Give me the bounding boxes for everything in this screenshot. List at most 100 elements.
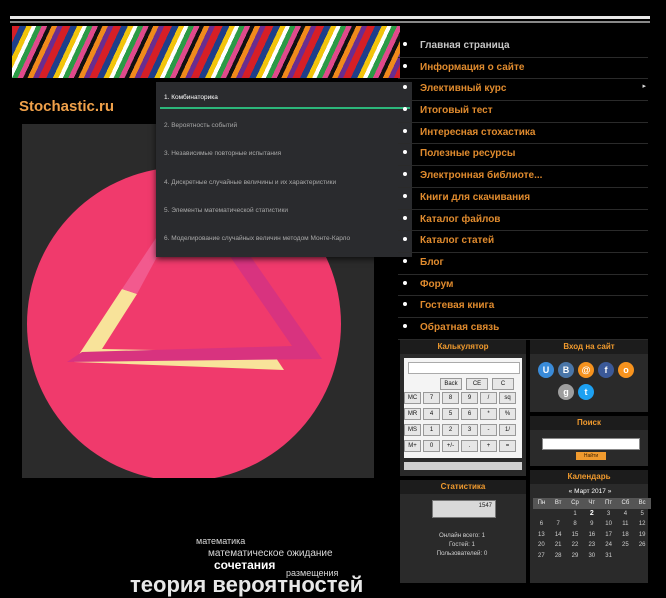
site-title[interactable]: Stochastic.ru xyxy=(19,98,114,115)
calc-key[interactable]: 1/ xyxy=(499,424,516,436)
calc-key[interactable]: % xyxy=(499,408,516,420)
calendar-day[interactable]: 2 xyxy=(583,509,600,520)
calendar-day[interactable]: 17 xyxy=(600,530,617,541)
calendar-day[interactable]: 11 xyxy=(617,519,634,530)
search-button[interactable]: Найти xyxy=(576,452,606,460)
nav-item-books[interactable]: Книги для скачивания xyxy=(398,188,648,210)
calc-key[interactable]: 6 xyxy=(461,408,478,420)
nav-item-home[interactable]: Главная страница xyxy=(398,36,648,58)
nav-item-guestbook[interactable]: Гостевая книга xyxy=(398,296,648,318)
calendar-weekday-row: Пн Вт Ср Чт Пт Сб Вс xyxy=(533,498,651,509)
calendar-day[interactable]: 30 xyxy=(583,551,600,562)
calc-key[interactable]: M+ xyxy=(404,440,421,452)
calendar-day[interactable]: 7 xyxy=(550,519,567,530)
calendar-day[interactable]: 23 xyxy=(583,540,600,551)
calendar-day[interactable]: 4 xyxy=(617,509,634,520)
calc-key[interactable]: 2 xyxy=(442,424,459,436)
calendar-day[interactable]: 25 xyxy=(617,540,634,551)
calendar-day[interactable]: 9 xyxy=(583,519,600,530)
dropdown-item[interactable]: 6. Моделирование случайных величин метод… xyxy=(164,235,350,242)
vk-login-icon[interactable]: B xyxy=(558,362,574,378)
calc-key[interactable]: 0 xyxy=(423,440,440,452)
statistics-title: Статистика xyxy=(400,480,526,494)
calendar-day[interactable]: 31 xyxy=(600,551,617,562)
calc-key[interactable]: 9 xyxy=(461,392,478,404)
calendar-day[interactable]: 18 xyxy=(617,530,634,541)
calc-key[interactable]: . xyxy=(461,440,478,452)
calc-key[interactable]: = xyxy=(499,440,516,452)
dropdown-item[interactable]: 4. Дискретные случайные величины и их ха… xyxy=(164,179,336,186)
calendar-day[interactable]: 10 xyxy=(600,519,617,530)
search-input[interactable] xyxy=(542,438,640,450)
calendar-day[interactable]: 19 xyxy=(634,530,651,541)
dropdown-item[interactable]: 3. Независимые повторные испытания xyxy=(164,150,281,157)
calendar-day[interactable]: 27 xyxy=(533,551,550,562)
calendar-day[interactable]: 24 xyxy=(600,540,617,551)
nav-item-elective[interactable]: Элективный курс ▸ xyxy=(398,79,648,102)
header-stripes-image xyxy=(12,26,400,78)
facebook-login-icon[interactable]: f xyxy=(598,362,614,378)
calc-key[interactable]: 1 xyxy=(423,424,440,436)
calc-key[interactable]: MR xyxy=(404,408,421,420)
calendar-day[interactable]: 6 xyxy=(533,519,550,530)
calendar-day[interactable]: 20 xyxy=(533,540,550,551)
tag-link[interactable]: сочетания xyxy=(214,558,275,572)
calc-key[interactable]: / xyxy=(480,392,497,404)
calc-key[interactable]: 8 xyxy=(442,392,459,404)
calc-key[interactable]: MS xyxy=(404,424,421,436)
calendar-day[interactable]: 1 xyxy=(567,509,584,520)
calc-key[interactable]: 5 xyxy=(442,408,459,420)
nav-item-interesting[interactable]: Интересная стохастика xyxy=(398,123,648,145)
calendar-day[interactable]: 5 xyxy=(634,509,651,520)
nav-item-about[interactable]: Информация о сайте xyxy=(398,58,648,80)
nav-item-library[interactable]: Электронная библиоте... xyxy=(398,166,648,188)
login-widget: Вход на сайт U B @ f o g t xyxy=(530,340,648,412)
calc-key[interactable]: + xyxy=(480,440,497,452)
calendar-day[interactable]: 8 xyxy=(567,519,584,530)
tag-link[interactable]: теория вероятностей xyxy=(130,572,363,598)
calc-key[interactable]: +/- xyxy=(442,440,459,452)
nav-item-feedback[interactable]: Обратная связь xyxy=(398,318,648,340)
twitter-login-icon[interactable]: t xyxy=(578,384,594,400)
calendar-day[interactable]: 22 xyxy=(567,540,584,551)
nav-item-forum[interactable]: Форум xyxy=(398,275,648,297)
nav-item-articles[interactable]: Каталог статей xyxy=(398,231,648,253)
calc-key[interactable]: 7 xyxy=(423,392,440,404)
google-login-icon[interactable]: g xyxy=(558,384,574,400)
dropdown-item[interactable]: 5. Элементы математической статистики xyxy=(164,207,288,214)
calendar-day[interactable]: 13 xyxy=(533,530,550,541)
calendar-day[interactable]: 3 xyxy=(600,509,617,520)
calc-key-c[interactable]: C xyxy=(492,378,514,390)
calc-key[interactable]: - xyxy=(480,424,497,436)
calculator-display[interactable] xyxy=(408,362,520,374)
calendar-day[interactable]: 16 xyxy=(583,530,600,541)
calendar-day[interactable]: 12 xyxy=(634,519,651,530)
calc-key-ce[interactable]: CE xyxy=(466,378,488,390)
calendar-widget: Календарь « Март 2017 » Пн Вт Ср Чт Пт Сб Вс 1 2… xyxy=(530,470,651,583)
nav-item-final-test[interactable]: Итоговый тест xyxy=(398,101,648,123)
calc-key[interactable]: MC xyxy=(404,392,421,404)
calendar-day[interactable]: 14 xyxy=(550,530,567,541)
calendar-day[interactable]: 28 xyxy=(550,551,567,562)
nav-item-resources[interactable]: Полезные ресурсы xyxy=(398,144,648,167)
calendar-month-nav[interactable]: « Март 2017 » xyxy=(530,488,650,495)
dropdown-item[interactable]: 1. Комбинаторика xyxy=(164,94,218,101)
calendar-day[interactable]: 15 xyxy=(567,530,584,541)
calc-key-back[interactable]: Back xyxy=(440,378,462,390)
calculator-scrollbar[interactable] xyxy=(404,462,522,470)
dropdown-item[interactable]: 2. Вероятность событий xyxy=(164,122,237,129)
mailru-login-icon[interactable]: @ xyxy=(578,362,594,378)
calendar-day[interactable]: 29 xyxy=(567,551,584,562)
calc-key[interactable]: sq xyxy=(499,392,516,404)
ucoz-login-icon[interactable]: U xyxy=(538,362,554,378)
calendar-day[interactable]: 26 xyxy=(634,540,651,551)
odnoklassniki-login-icon[interactable]: o xyxy=(618,362,634,378)
nav-item-files[interactable]: Каталог файлов xyxy=(398,210,648,232)
calc-key[interactable]: 3 xyxy=(461,424,478,436)
tag-link[interactable]: математика xyxy=(196,536,245,546)
nav-item-blog[interactable]: Блог xyxy=(398,253,648,275)
top-divider-2 xyxy=(10,21,650,23)
calc-key[interactable]: 4 xyxy=(423,408,440,420)
calc-key[interactable]: * xyxy=(480,408,497,420)
calendar-day[interactable]: 21 xyxy=(550,540,567,551)
